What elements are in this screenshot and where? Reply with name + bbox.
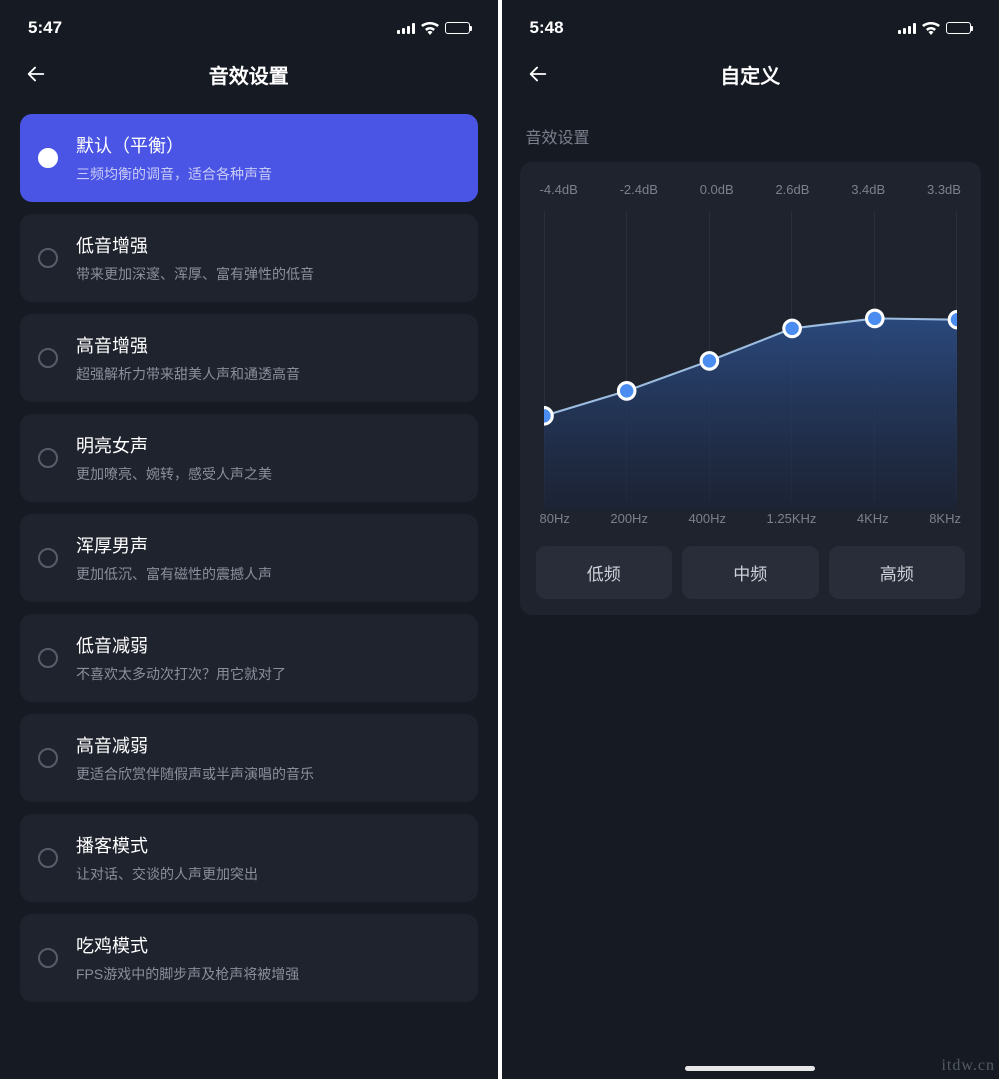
- preset-text: 低音增强带来更加深邃、浑厚、富有弹性的低音: [76, 232, 314, 284]
- preset-title: 低音增强: [76, 232, 314, 258]
- chart-area: [544, 318, 957, 510]
- preset-list: 默认（平衡） 三频均衡的调音，适合各种声音低音增强带来更加深邃、浑厚、富有弹性的低…: [0, 104, 498, 1012]
- eq-handle[interactable]: [866, 310, 883, 327]
- preset-subtitle: 不喜欢太多动次打次？用它就对了: [76, 664, 286, 684]
- watermark: itdw.cn: [941, 1057, 995, 1075]
- preset-title: 吃鸡模式: [76, 932, 299, 958]
- eq-chart[interactable]: [544, 211, 958, 501]
- preset-subtitle: 让对话、交谈的人声更加突出: [76, 864, 258, 884]
- cellular-signal-icon: [397, 22, 415, 34]
- status-bar: 5:48: [502, 0, 999, 44]
- back-button[interactable]: [526, 62, 550, 86]
- preset-title: 高音增强: [76, 332, 300, 358]
- screen-sound-presets: 5:47 音效设置 默认（平衡） 三频均衡的调音，适合各种声音低音增强带来更加深邃…: [0, 0, 498, 1079]
- home-indicator[interactable]: [685, 1066, 815, 1071]
- hz-label: 4KHz: [857, 511, 889, 526]
- status-indicators: [397, 22, 470, 35]
- freq-tab[interactable]: 高频: [829, 546, 966, 599]
- clock: 5:47: [28, 18, 62, 38]
- freq-tab[interactable]: 中频: [682, 546, 819, 599]
- hz-label: 80Hz: [540, 511, 570, 526]
- radio-icon: [38, 148, 58, 168]
- hz-label: 200Hz: [610, 511, 648, 526]
- preset-text: 高音减弱更适合欣赏伴随假声或半声演唱的音乐: [76, 732, 314, 784]
- preset-subtitle: FPS游戏中的脚步声及枪声将被增强: [76, 964, 299, 984]
- radio-icon: [38, 348, 58, 368]
- nav-header: 自定义: [502, 44, 999, 104]
- arrow-left-icon: [25, 63, 47, 85]
- preset-subtitle: 更适合欣赏伴随假声或半声演唱的音乐: [76, 764, 314, 784]
- freq-tab[interactable]: 低频: [536, 546, 673, 599]
- clock: 5:48: [530, 18, 564, 38]
- back-button[interactable]: [24, 62, 48, 86]
- preset-text: 浑厚男声更加低沉、富有磁性的震撼人声: [76, 532, 272, 584]
- db-label: -4.4dB: [540, 182, 578, 197]
- preset-subtitle: 三频均衡的调音，适合各种声音: [76, 164, 272, 184]
- battery-icon: [946, 22, 971, 34]
- radio-icon: [38, 548, 58, 568]
- wifi-icon: [421, 22, 439, 35]
- preset-title: 高音减弱: [76, 732, 314, 758]
- preset-text: 默认（平衡） 三频均衡的调音，适合各种声音: [76, 132, 272, 184]
- preset-subtitle: 更加嘹亮、婉转，感受人声之美: [76, 464, 272, 484]
- cellular-signal-icon: [898, 22, 916, 34]
- preset-title: 浑厚男声: [76, 532, 272, 558]
- preset-item[interactable]: 低音减弱不喜欢太多动次打次？用它就对了: [20, 614, 478, 702]
- preset-text: 低音减弱不喜欢太多动次打次？用它就对了: [76, 632, 286, 684]
- preset-item[interactable]: 明亮女声更加嘹亮、婉转，感受人声之美: [20, 414, 478, 502]
- hz-label: 1.25KHz: [767, 511, 817, 526]
- preset-item[interactable]: 高音减弱更适合欣赏伴随假声或半声演唱的音乐: [20, 714, 478, 802]
- db-label: -2.4dB: [620, 182, 658, 197]
- section-label: 音效设置: [502, 104, 999, 162]
- db-label: 3.4dB: [851, 182, 885, 197]
- preset-subtitle: 带来更加深邃、浑厚、富有弹性的低音: [76, 264, 314, 284]
- eq-handle[interactable]: [783, 320, 800, 337]
- preset-item[interactable]: 高音增强超强解析力带来甜美人声和通透高音: [20, 314, 478, 402]
- eq-line-chart: [544, 211, 957, 511]
- page-title: 自定义: [720, 60, 780, 89]
- radio-icon: [38, 448, 58, 468]
- preset-item[interactable]: 播客模式让对话、交谈的人声更加突出: [20, 814, 478, 902]
- frequency-tabs: 低频中频高频: [536, 546, 966, 599]
- preset-item[interactable]: 低音增强带来更加深邃、浑厚、富有弹性的低音: [20, 214, 478, 302]
- preset-item[interactable]: 吃鸡模式 FPS游戏中的脚步声及枪声将被增强: [20, 914, 478, 1002]
- preset-subtitle: 超强解析力带来甜美人声和通透高音: [76, 364, 300, 384]
- radio-icon: [38, 648, 58, 668]
- eq-handle[interactable]: [949, 311, 957, 328]
- preset-title: 低音减弱: [76, 632, 286, 658]
- preset-title: 播客模式: [76, 832, 258, 858]
- preset-text: 吃鸡模式 FPS游戏中的脚步声及枪声将被增强: [76, 932, 299, 984]
- page-title: 音效设置: [209, 60, 289, 89]
- db-label: 0.0dB: [700, 182, 734, 197]
- radio-icon: [38, 248, 58, 268]
- eq-card: -4.4dB -2.4dB 0.0dB 2.6dB 3.4dB 3.3dB 80Hz 200…: [520, 162, 982, 615]
- arrow-left-icon: [527, 63, 549, 85]
- preset-title: 默认（平衡）: [76, 132, 272, 158]
- radio-icon: [38, 748, 58, 768]
- db-labels-row: -4.4dB -2.4dB 0.0dB 2.6dB 3.4dB 3.3dB: [536, 182, 966, 205]
- db-label: 3.3dB: [927, 182, 961, 197]
- preset-text: 播客模式让对话、交谈的人声更加突出: [76, 832, 258, 884]
- preset-text: 明亮女声更加嘹亮、婉转，感受人声之美: [76, 432, 272, 484]
- wifi-icon: [922, 22, 940, 35]
- hz-label: 400Hz: [688, 511, 726, 526]
- radio-icon: [38, 948, 58, 968]
- hz-label: 8KHz: [929, 511, 961, 526]
- battery-icon: [445, 22, 470, 34]
- db-label: 2.6dB: [775, 182, 809, 197]
- status-bar: 5:47: [0, 0, 498, 44]
- eq-handle[interactable]: [618, 383, 635, 400]
- preset-subtitle: 更加低沉、富有磁性的震撼人声: [76, 564, 272, 584]
- nav-header: 音效设置: [0, 44, 498, 104]
- status-indicators: [898, 22, 971, 35]
- preset-text: 高音增强超强解析力带来甜美人声和通透高音: [76, 332, 300, 384]
- eq-handle[interactable]: [701, 353, 718, 370]
- screen-custom-eq: 5:48 自定义 音效设置 -4.4dB -2.4dB 0.0dB 2.6dB 3.4d…: [502, 0, 999, 1079]
- preset-title: 明亮女声: [76, 432, 272, 458]
- preset-item[interactable]: 浑厚男声更加低沉、富有磁性的震撼人声: [20, 514, 478, 602]
- preset-item[interactable]: 默认（平衡） 三频均衡的调音，适合各种声音: [20, 114, 478, 202]
- radio-icon: [38, 848, 58, 868]
- eq-handle[interactable]: [544, 408, 552, 425]
